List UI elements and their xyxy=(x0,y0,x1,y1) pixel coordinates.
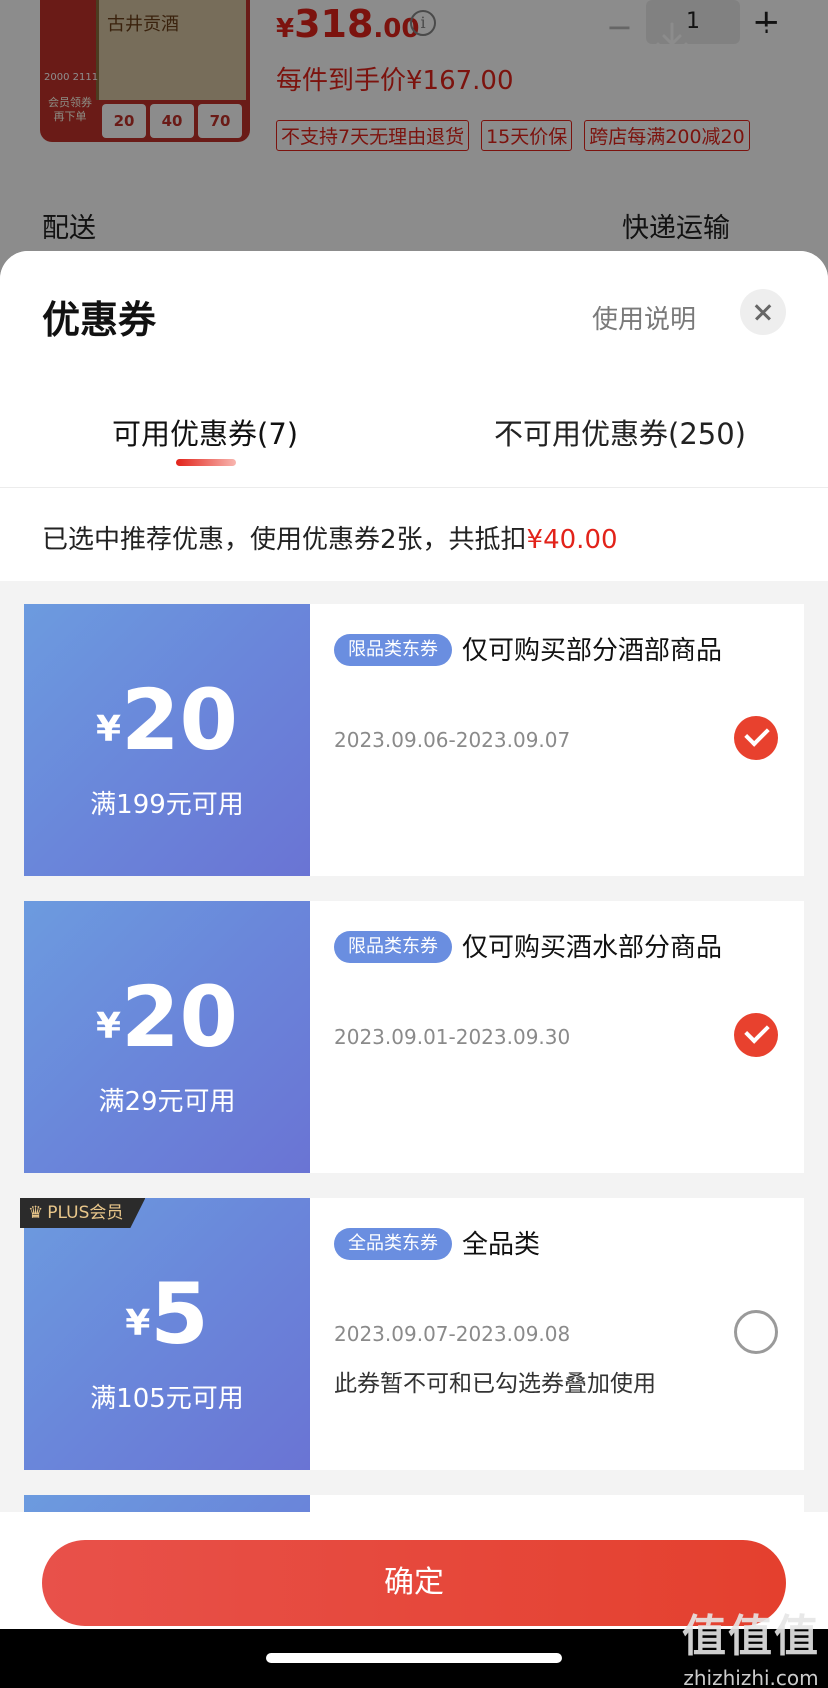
coupon-details: 限品类东券 仅可购买部分酒部商品 xyxy=(334,632,754,670)
watermark: 值值值 zhizhizhi.com xyxy=(676,1600,826,1688)
crown-icon: ♛ xyxy=(28,1203,44,1223)
confirm-button[interactable]: 确定 xyxy=(42,1540,786,1626)
coupon-validity-date: 2023.09.07-2023.09.08 xyxy=(334,1322,571,1346)
coupon-checkbox-checked[interactable] xyxy=(734,716,778,760)
coupon-value-panel: ♛ PLUS会员 ¥5 满105元可用 xyxy=(18,1198,310,1470)
coupon-card[interactable]: ♛ PLUS会员 ¥5 满105元可用 全品类东券 全品类 2023.09.07-2… xyxy=(18,1198,804,1470)
coupon-card[interactable]: ¥20 满199元可用 限品类东券 仅可购买部分酒部商品 2023.09.06-2… xyxy=(18,604,804,876)
coupon-card[interactable]: ¥20 满29元可用 限品类东券 仅可购买酒水部分商品 2023.09.01-20… xyxy=(18,901,804,1173)
tab-unavailable-coupons[interactable]: 不可用优惠券(250) xyxy=(494,411,746,453)
coupon-sheet: 优惠券 使用说明 可用优惠券(7) 不可用优惠券(250) 已选中推荐优惠，使用… xyxy=(0,251,828,1629)
coupon-currency: ¥ xyxy=(96,709,122,750)
coupon-value-panel: ¥20 满29元可用 xyxy=(18,901,310,1173)
coupon-details: 限品类东券 仅可购买酒水部分商品 xyxy=(334,929,754,967)
tab-available-coupons[interactable]: 可用优惠券(7) xyxy=(112,411,298,453)
plus-member-badge: ♛ PLUS会员 xyxy=(20,1198,146,1228)
coupon-type-badge: 限品类东券 xyxy=(334,931,452,963)
plus-badge-label: PLUS会员 xyxy=(47,1203,124,1223)
close-icon[interactable] xyxy=(740,289,786,335)
coupon-sheet-header: 优惠券 使用说明 可用优惠券(7) 不可用优惠券(250) 已选中推荐优惠，使用… xyxy=(0,251,828,581)
coupon-title: 全品类 xyxy=(462,1230,541,1260)
home-indicator[interactable] xyxy=(266,1653,562,1663)
watermark-logo: 值值值 xyxy=(682,1611,820,1662)
coupon-details: 全品类东券 全品类 xyxy=(334,1226,754,1264)
watermark-url: zhizhizhi.com xyxy=(683,1666,819,1688)
coupon-validity-date: 2023.09.06-2023.09.07 xyxy=(334,728,571,752)
selection-summary: 已选中推荐优惠，使用优惠券2张，共抵扣¥40.00 xyxy=(42,519,618,556)
coupon-validity-date: 2023.09.01-2023.09.30 xyxy=(334,1025,571,1049)
active-tab-indicator xyxy=(176,459,236,466)
coupon-amount-value: 20 xyxy=(121,968,238,1066)
divider xyxy=(0,487,828,488)
sheet-title: 优惠券 xyxy=(42,298,157,342)
coupon-type-badge: 限品类东券 xyxy=(334,634,452,666)
coupon-amount: ¥20 xyxy=(24,975,310,1059)
coupon-threshold: 满105元可用 xyxy=(90,1384,244,1414)
usage-instructions-link[interactable]: 使用说明 xyxy=(592,299,696,336)
coupon-title: 仅可购买酒水部分商品 xyxy=(462,933,723,963)
coupon-type-badge: 全品类东券 xyxy=(334,1228,452,1260)
coupon-currency: ¥ xyxy=(96,1006,122,1047)
coupon-amount: ¥20 xyxy=(24,678,310,762)
coupon-amount-value: 20 xyxy=(121,671,238,769)
coupon-amount: ¥5 xyxy=(24,1272,310,1356)
coupon-value-panel: ¥20 满199元可用 xyxy=(18,604,310,876)
summary-amount: ¥40.00 xyxy=(526,525,618,555)
coupon-checkbox-checked[interactable] xyxy=(734,1013,778,1057)
coupon-title: 仅可购买部分酒部商品 xyxy=(462,636,723,666)
coupon-stacking-note: 此券暂不可和已勾选券叠加使用 xyxy=(334,1371,656,1397)
coupon-threshold: 满29元可用 xyxy=(98,1087,236,1117)
coupon-currency: ¥ xyxy=(125,1303,151,1344)
coupon-checkbox-unchecked[interactable] xyxy=(734,1310,778,1354)
coupon-amount-value: 5 xyxy=(150,1265,209,1363)
summary-text: 已选中推荐优惠，使用优惠券2张，共抵扣 xyxy=(42,525,527,555)
coupon-threshold: 满199元可用 xyxy=(90,790,244,820)
